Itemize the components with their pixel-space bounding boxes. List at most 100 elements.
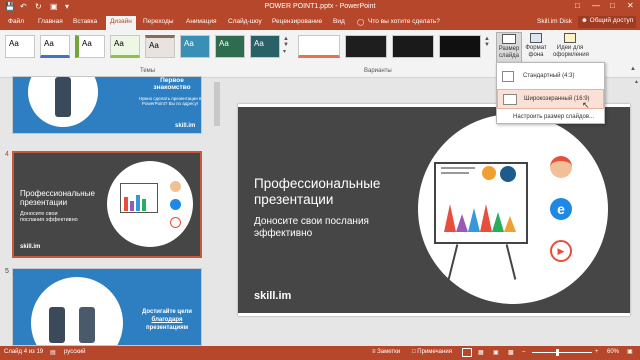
language-label[interactable]: русский — [64, 349, 86, 355]
theme-3[interactable]: Aa — [75, 35, 105, 58]
current-slide[interactable]: e ▶ Профессиональные презентации Доносит… — [238, 104, 630, 316]
zoom-slider[interactable] — [532, 352, 592, 353]
thumb5-title: Достигайте цели — [142, 309, 192, 315]
slideshow-view-icon[interactable]: ▩ — [508, 349, 514, 356]
tab-home[interactable]: Главная — [38, 18, 63, 25]
theme-sample: Aa — [184, 39, 194, 48]
tab-design[interactable]: Дизайн — [106, 16, 136, 30]
tab-view[interactable]: Вид — [333, 18, 345, 25]
variant-4[interactable] — [439, 35, 481, 58]
format-background-label: Формат фона — [525, 45, 547, 58]
status-bar: Слайд 4 из 19 ▤ русский ≡ Заметки □ Прим… — [0, 346, 640, 360]
spellcheck-icon[interactable]: ▤ — [50, 349, 56, 356]
businessman-icon — [55, 77, 71, 117]
scroll-up-icon[interactable]: ▲ — [634, 79, 639, 85]
theme-sample: Aa — [9, 39, 19, 48]
standard-size-option[interactable]: Стандартный (4:3) — [497, 67, 604, 87]
theme-office[interactable]: Aa — [5, 35, 35, 58]
close-icon[interactable]: ✕ — [627, 1, 634, 10]
widescreen-size-icon — [503, 94, 517, 105]
theme-sample: Aa — [254, 39, 264, 48]
businessman-icon — [49, 307, 65, 343]
slide-counter: Слайд 4 из 19 — [4, 349, 44, 355]
design-ideas-label: Идеи для оформления — [553, 45, 589, 58]
thumb3-logo: skill.im — [175, 123, 196, 129]
zoom-in-icon[interactable]: + — [595, 349, 599, 355]
tab-animations[interactable]: Анимация — [186, 18, 217, 25]
thumbnails-scrollbar[interactable] — [214, 82, 220, 126]
slide-thumbnail-5[interactable]: Достигайте цели благодаря презентациям — [12, 268, 202, 346]
tab-review[interactable]: Рецензирование — [272, 18, 322, 25]
theme-5[interactable]: Aa — [145, 35, 175, 58]
slide-size-label: Размер слайда — [498, 46, 520, 59]
format-background-icon — [530, 33, 542, 43]
theme-2[interactable]: Aa — [40, 35, 70, 58]
slide-thumbnails-pane[interactable]: Первое знакомство Нужно сделать презента… — [0, 76, 222, 346]
slide-subtitle[interactable]: Доносите свои послания эффективно — [254, 216, 394, 240]
thumb5-link: благодаря — [151, 317, 183, 323]
theme-4[interactable]: Aa — [110, 35, 140, 58]
window-title: POWER POINT1.pptx - PowerPoint — [264, 3, 376, 10]
share-label: Общий доступ — [589, 17, 634, 24]
ie-icon — [170, 199, 181, 210]
zoom-level[interactable]: 60% — [607, 349, 619, 355]
play-icon — [170, 217, 181, 228]
tab-insert[interactable]: Вставка — [73, 18, 97, 25]
mouse-cursor-icon: ↖ — [582, 100, 590, 110]
title-bar: 💾 ↶ ↻ ▣ ▾ POWER POINT1.pptx - PowerPoint… — [0, 0, 640, 14]
zoom-slider-thumb[interactable] — [556, 349, 559, 356]
notes-label: Заметки — [377, 349, 401, 355]
share-button[interactable]: ☻ Общий доступ — [578, 16, 637, 28]
thumb5-title2: презентациям — [145, 325, 189, 331]
theme-sample: Aa — [82, 39, 92, 48]
slide-size-button[interactable]: Размер слайда — [496, 32, 522, 66]
comments-button[interactable]: □ Примечания — [412, 349, 452, 355]
theme-8[interactable]: Aa — [250, 35, 280, 58]
tab-file[interactable]: Файл — [8, 18, 24, 25]
variants-scroll-icon[interactable]: ▲ ▼ — [484, 36, 490, 48]
themes-scroll-icon[interactable]: ▲ ▼ ▾ — [283, 36, 289, 55]
slide-title[interactable]: Профессиональные презентации — [254, 176, 424, 208]
zoom-out-icon[interactable]: – — [522, 349, 525, 355]
widescreen-size-label: Широкоэкранный (16:9) — [524, 96, 590, 102]
thumb3-title: Первое знакомство — [153, 77, 191, 91]
collapse-ribbon-icon[interactable]: ▲ — [630, 66, 636, 72]
slide-number-5: 5 — [5, 268, 9, 275]
slide-thumbnail-4[interactable]: Профессиональные презентации Доносите св… — [12, 151, 202, 258]
maximize-icon[interactable]: □ — [610, 1, 615, 10]
design-ideas-icon — [564, 33, 576, 43]
ribbon-display-icon[interactable]: □ — [575, 1, 580, 10]
variant-2[interactable] — [345, 35, 387, 58]
tab-transitions[interactable]: Переходы — [143, 18, 174, 25]
thumb3-text: Нужно сделать презентации в PowerPoint? … — [138, 96, 202, 106]
theme-sample: Aa — [44, 39, 54, 48]
face-icon — [170, 181, 181, 192]
slide-thumbnail-3[interactable]: Первое знакомство Нужно сделать презента… — [12, 76, 202, 134]
tell-me-input[interactable]: Что вы хотите сделать? — [368, 18, 440, 25]
theme-sample: Aa — [114, 39, 124, 48]
minimize-icon[interactable]: — — [592, 1, 600, 10]
fit-to-window-icon[interactable]: ▣ — [627, 348, 633, 355]
slide-sorter-icon[interactable]: ▦ — [478, 349, 484, 356]
custom-size-option[interactable]: Настроить размер слайдов... — [497, 110, 604, 130]
standard-size-icon — [502, 71, 514, 82]
design-ideas-button[interactable]: Идеи для оформления — [553, 32, 589, 59]
variants-group-label: Варианты — [364, 68, 392, 74]
theme-6[interactable]: Aa — [180, 35, 210, 58]
custom-size-label: Настроить размер слайдов... — [513, 114, 595, 120]
account-label[interactable]: Skill.im Disk — [537, 18, 572, 25]
thumb4-logo: skill.im — [20, 244, 41, 250]
tab-slideshow[interactable]: Слайд-шоу — [228, 18, 262, 25]
notes-button[interactable]: ≡ Заметки — [372, 349, 400, 355]
slide-number-4: 4 — [5, 151, 9, 158]
ie-icon: e — [550, 198, 572, 220]
reading-view-icon[interactable]: ▣ — [493, 349, 499, 356]
editor-scrollbar[interactable]: ▲ — [634, 78, 640, 346]
variant-1[interactable] — [298, 35, 340, 58]
lightbulb-icon: ◯ — [357, 19, 365, 26]
variant-3[interactable] — [392, 35, 434, 58]
normal-view-icon[interactable] — [462, 348, 472, 357]
theme-7[interactable]: Aa — [215, 35, 245, 58]
pie-icon — [482, 166, 496, 180]
format-background-button[interactable]: Формат фона — [523, 32, 549, 59]
